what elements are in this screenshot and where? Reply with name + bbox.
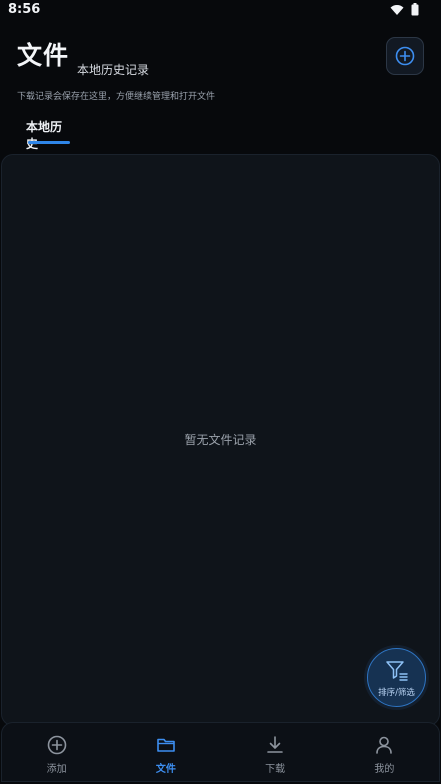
- add-button[interactable]: [386, 37, 424, 75]
- plus-circle-icon: [395, 46, 415, 66]
- nav-label-profile: 我的: [374, 764, 395, 775]
- nav-label-add: 添加: [46, 764, 67, 775]
- page-title: 文件: [17, 41, 70, 70]
- page-description: 下载记录会保存在这里，方便继续管理和打开文件: [17, 92, 216, 102]
- page-subtitle: 本地历史记录: [77, 63, 150, 77]
- folder-icon: [157, 738, 175, 752]
- sort-filter-button[interactable]: 排序/筛选: [367, 648, 426, 707]
- nav-item-add[interactable]: 添加: [2, 723, 111, 781]
- tab-local-history[interactable]: 本地历史: [26, 118, 72, 151]
- filter-icon: [386, 661, 408, 681]
- nav-item-files[interactable]: 文件: [111, 723, 220, 781]
- empty-state-text: 暂无文件记录: [184, 433, 257, 447]
- nav-label-download: 下载: [265, 764, 286, 775]
- status-time: 8:56: [8, 2, 41, 17]
- plus-circle-icon: [47, 735, 66, 755]
- user-icon: [376, 736, 393, 754]
- tab-label: 本地历史: [26, 120, 63, 151]
- nav-label-files: 文件: [155, 764, 176, 775]
- nav-item-download[interactable]: 下载: [221, 723, 330, 781]
- sort-filter-label: 排序/筛选: [378, 688, 415, 698]
- files-screen: 8:56 文件 本地历史记录 下载记录会保存在这里，方便继续管理和打开文件 本地…: [0, 0, 441, 784]
- wifi-icon: [390, 4, 404, 15]
- nav-item-profile[interactable]: 我的: [330, 723, 439, 781]
- status-bar: 8:56: [0, 0, 441, 22]
- bottom-navigation: 添加 文件 下载 我的: [1, 722, 440, 782]
- battery-icon: [411, 3, 419, 16]
- status-icons: [390, 3, 419, 16]
- tab-active-indicator: [28, 141, 70, 144]
- file-list-panel: 暂无文件记录: [1, 154, 440, 726]
- download-icon: [267, 736, 283, 753]
